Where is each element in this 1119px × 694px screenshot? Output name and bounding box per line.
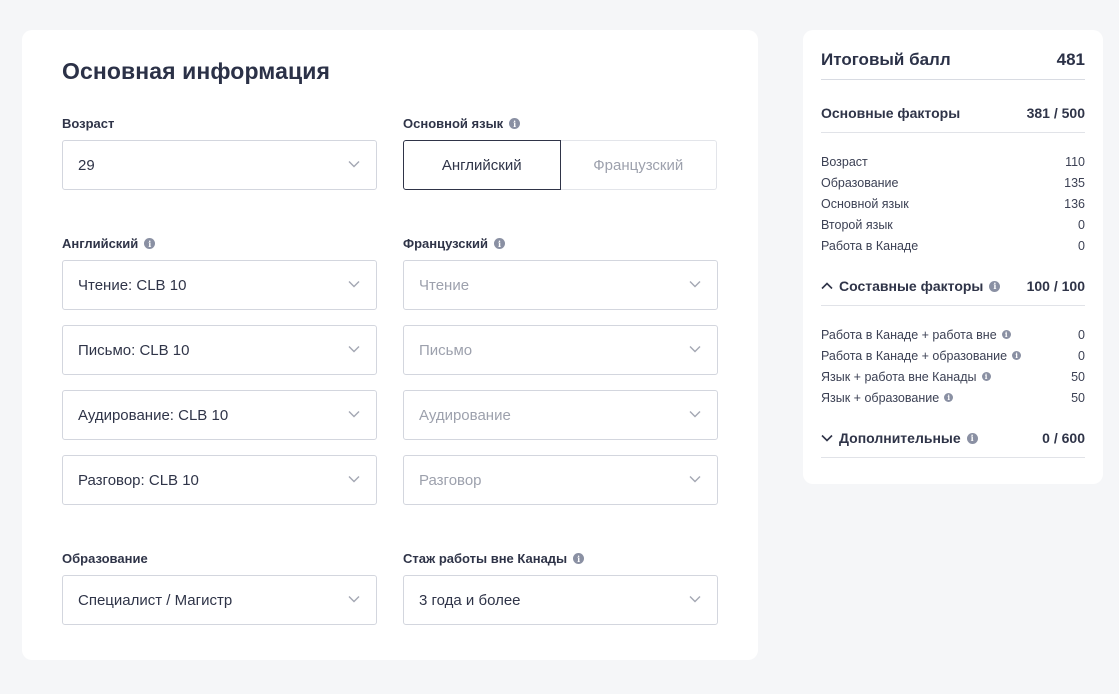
chevron-up-icon[interactable]	[821, 282, 833, 290]
info-icon[interactable]: i	[509, 118, 521, 129]
core-factors-header: Основные факторы 381 / 500	[821, 105, 1085, 133]
chevron-down-icon	[689, 345, 701, 353]
total-score-header: Итоговый балл 481	[821, 50, 1085, 80]
french-listening-select[interactable]: Аудирование	[403, 390, 718, 440]
list-item: Второй язык 0	[821, 217, 1085, 232]
english-writing-select[interactable]: Письмо: CLB 10	[62, 325, 377, 375]
chevron-down-icon	[689, 410, 701, 418]
info-icon[interactable]: i	[966, 432, 978, 444]
main-info-card: Основная информация Возраст 29 Основной …	[22, 30, 758, 660]
chevron-down-icon	[348, 410, 360, 418]
english-reading-select[interactable]: Чтение: CLB 10	[62, 260, 377, 310]
list-item: Язык + образование i 50	[821, 390, 1085, 405]
primary-language-label: Основной язык i	[403, 116, 521, 131]
chevron-down-icon	[348, 345, 360, 353]
core-factors-label: Основные факторы	[821, 105, 961, 121]
chevron-down-icon	[689, 475, 701, 483]
chevron-down-icon	[689, 280, 701, 288]
list-item: Язык + работа вне Канады i 50	[821, 369, 1085, 384]
info-icon[interactable]: i	[144, 238, 156, 249]
list-item: Возраст 110	[821, 154, 1085, 169]
total-score-label: Итоговый балл	[821, 50, 951, 69]
french-speaking-select[interactable]: Разговор	[403, 455, 718, 505]
list-item: Работа в Канаде + образование i 0	[821, 348, 1085, 363]
chevron-down-icon	[689, 595, 701, 603]
education-label: Образование	[62, 551, 148, 566]
combined-factors-list: Работа в Канаде + работа вне i 0 Работа в …	[821, 324, 1085, 408]
chevron-down-icon	[348, 595, 360, 603]
list-item: Основной язык 136	[821, 196, 1085, 211]
info-icon[interactable]: i	[989, 280, 1001, 292]
french-writing-select[interactable]: Письмо	[403, 325, 718, 375]
total-score-value: 481	[1056, 50, 1085, 69]
french-reading-select[interactable]: Чтение	[403, 260, 718, 310]
french-label: Французский i	[403, 236, 506, 251]
combined-factors-label: Составные факторы	[839, 278, 984, 294]
list-item: Работа в Канаде + работа вне i 0	[821, 327, 1085, 342]
english-speaking-select[interactable]: Разговор: CLB 10	[62, 455, 377, 505]
info-icon[interactable]: i	[494, 238, 506, 249]
chevron-down-icon	[348, 280, 360, 288]
combined-factors-header[interactable]: Составные факторы i 100 / 100	[821, 278, 1085, 306]
page-title: Основная информация	[62, 58, 331, 84]
primary-language-option-english[interactable]: Английский	[403, 140, 561, 190]
chevron-down-icon	[348, 160, 360, 168]
list-item: Образование 135	[821, 175, 1085, 190]
primary-language-option-french[interactable]: Французский	[560, 140, 717, 190]
foreign-experience-select[interactable]: 3 года и более	[403, 575, 718, 625]
english-listening-select[interactable]: Аудирование: CLB 10	[62, 390, 377, 440]
info-icon[interactable]: i	[1012, 351, 1022, 360]
chevron-down-icon[interactable]	[821, 434, 833, 442]
additional-factors-header[interactable]: Дополнительные i 0 / 600	[821, 430, 1085, 458]
education-select[interactable]: Специалист / Магистр	[62, 575, 377, 625]
additional-factors-value: 0 / 600	[1042, 430, 1085, 446]
core-factors-value: 381 / 500	[1026, 105, 1085, 121]
info-icon[interactable]: i	[1001, 330, 1011, 339]
additional-factors-label: Дополнительные	[839, 430, 961, 446]
primary-language-toggle: Английский Французский	[403, 140, 717, 190]
info-icon[interactable]: i	[981, 372, 991, 381]
info-icon[interactable]: i	[944, 393, 954, 402]
english-label: Английский i	[62, 236, 156, 251]
score-summary-card: Итоговый балл 481 Основные факторы 381 /…	[803, 30, 1103, 484]
combined-factors-value: 100 / 100	[1026, 278, 1085, 294]
foreign-experience-label: Стаж работы вне Канады i	[403, 551, 585, 566]
chevron-down-icon	[348, 475, 360, 483]
list-item: Работа в Канаде 0	[821, 238, 1085, 253]
info-icon[interactable]: i	[573, 553, 585, 564]
age-label: Возраст	[62, 116, 115, 131]
age-select[interactable]: 29	[62, 140, 377, 190]
core-factors-list: Возраст 110 Образование 135 Основной язык 1…	[821, 151, 1085, 256]
